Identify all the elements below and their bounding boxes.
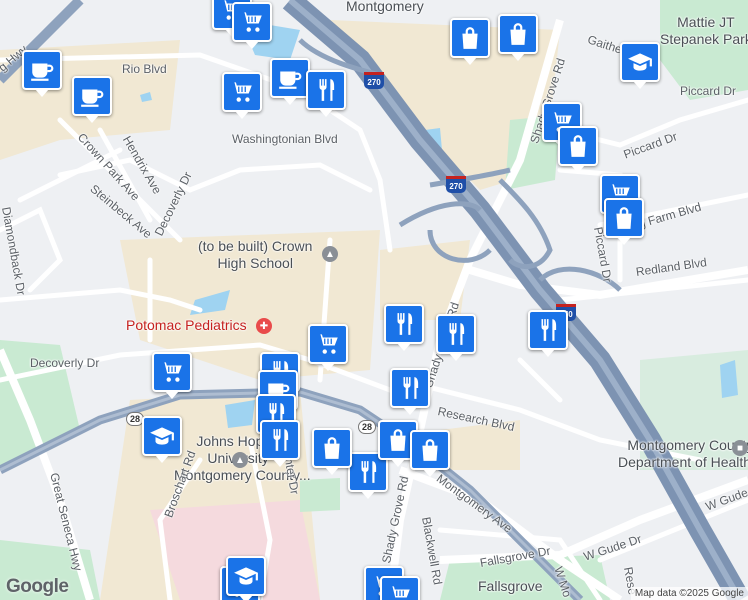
graduation-cap-icon xyxy=(233,563,259,589)
label-potomac-pediatrics: Potomac Pediatrics xyxy=(126,317,247,333)
coffee-icon xyxy=(79,83,105,109)
poi-pin-graduation-cap[interactable] xyxy=(620,42,660,89)
i270-shield-mid: 270 xyxy=(446,176,466,193)
poi-pin-graduation-cap[interactable] xyxy=(226,556,266,600)
shopping-bag-icon xyxy=(385,427,411,453)
poi-pin-restaurant[interactable] xyxy=(260,420,300,467)
cart-icon xyxy=(239,9,265,35)
shopping-bag-icon xyxy=(457,25,483,51)
i270-shield-north: 270 xyxy=(364,72,384,89)
md28-shield-east: 28 xyxy=(358,420,377,434)
label-washingtonian-blvd: Washingtonian Blvd xyxy=(232,132,338,146)
government-poi-icon[interactable]: ■ xyxy=(732,440,748,456)
poi-pin-shopping-bag[interactable] xyxy=(604,198,644,245)
shopping-bag-icon xyxy=(611,205,637,231)
poi-pin-restaurant[interactable] xyxy=(306,70,346,117)
poi-pin-cart[interactable] xyxy=(222,72,262,119)
graduation-cap-icon xyxy=(149,423,175,449)
graduation-cap-icon xyxy=(627,49,653,75)
poi-pin-shopping-bag[interactable] xyxy=(498,14,538,61)
label-mattie-jt-stepanek-park: Mattie JT Stepanek Park xyxy=(660,14,748,47)
poi-pin-coffee[interactable] xyxy=(72,76,112,123)
cart-icon xyxy=(159,359,185,385)
restaurant-icon xyxy=(267,427,293,453)
shopping-bag-icon xyxy=(417,437,443,463)
shopping-bag-icon xyxy=(565,133,591,159)
poi-pin-shopping-bag[interactable] xyxy=(312,428,352,475)
label-piccard-dr-top: Piccard Dr xyxy=(680,84,737,98)
label-decoverly-dr-left: Decoverly Dr xyxy=(30,356,100,370)
map-base xyxy=(0,0,748,600)
poi-pin-coffee[interactable] xyxy=(270,58,310,105)
restaurant-icon xyxy=(391,311,417,337)
poi-pin-shopping-bag[interactable] xyxy=(558,126,598,173)
university-poi-icon[interactable]: ▲ xyxy=(232,452,248,468)
cart-icon xyxy=(387,583,413,600)
poi-pin-restaurant[interactable] xyxy=(528,310,568,357)
shopping-bag-icon xyxy=(505,21,531,47)
restaurant-icon xyxy=(443,321,469,347)
hospital-poi-icon[interactable]: ✚ xyxy=(256,318,272,334)
coffee-icon xyxy=(277,65,303,91)
map-canvas[interactable]: Montgomery Mattie JT Stepanek Park Rio B… xyxy=(0,0,748,600)
poi-pin-coffee[interactable] xyxy=(22,50,62,97)
restaurant-icon xyxy=(355,459,381,485)
poi-pin-restaurant[interactable] xyxy=(436,314,476,361)
cart-icon xyxy=(315,331,341,357)
shopping-bag-icon xyxy=(319,435,345,461)
poi-pin-cart[interactable] xyxy=(380,576,420,600)
map-attribution[interactable]: Map data ©2025 Google xyxy=(630,587,748,600)
poi-pin-cart[interactable] xyxy=(232,2,272,49)
label-health-department: Montgomery County Department of Health..… xyxy=(618,437,748,470)
google-logo: Google xyxy=(6,576,69,597)
poi-pin-shopping-bag[interactable] xyxy=(410,430,450,477)
cart-icon xyxy=(229,79,255,105)
poi-pin-shopping-bag[interactable] xyxy=(450,18,490,65)
school-poi-icon[interactable]: ▲ xyxy=(322,246,338,262)
label-montgomery: Montgomery xyxy=(346,0,424,14)
poi-pin-restaurant[interactable] xyxy=(390,368,430,415)
poi-pin-restaurant[interactable] xyxy=(384,304,424,351)
label-fallsgrove: Fallsgrove xyxy=(478,578,543,594)
restaurant-icon xyxy=(397,375,423,401)
label-crown-high-school: (to be built) Crown High School xyxy=(198,238,313,271)
poi-pin-cart[interactable] xyxy=(308,324,348,371)
poi-pin-graduation-cap[interactable] xyxy=(142,416,182,463)
restaurant-icon xyxy=(313,77,339,103)
coffee-icon xyxy=(29,57,55,83)
restaurant-icon xyxy=(535,317,561,343)
poi-pin-cart[interactable] xyxy=(152,352,192,399)
label-rio-blvd: Rio Blvd xyxy=(122,62,167,76)
